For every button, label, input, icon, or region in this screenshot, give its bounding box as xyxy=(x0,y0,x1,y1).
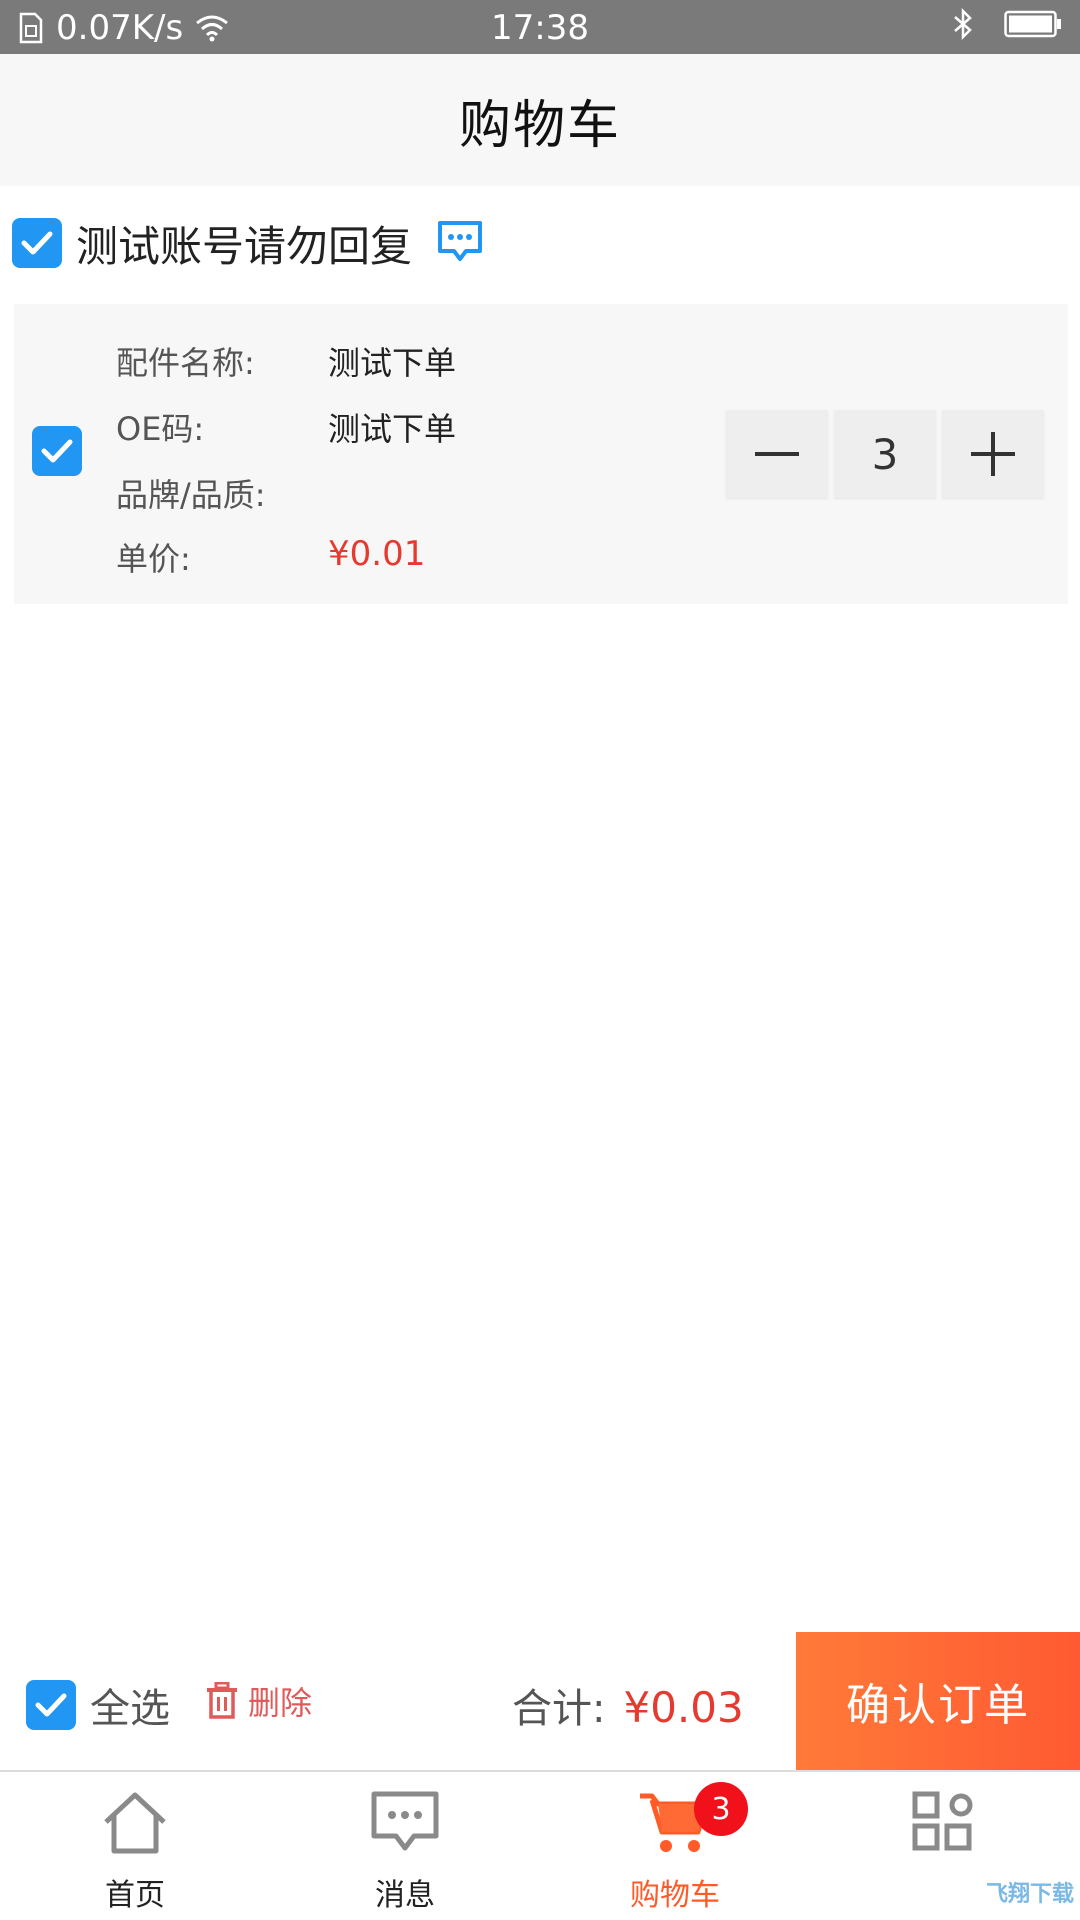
bluetooth-icon xyxy=(954,8,972,40)
tab-cart[interactable]: 3 购物车 xyxy=(540,1772,810,1920)
quantity-stepper: 3 xyxy=(726,410,1044,498)
tab-icon-wrap xyxy=(270,1790,540,1854)
tab-home[interactable]: 首页 xyxy=(0,1772,270,1920)
check-icon xyxy=(21,231,53,255)
select-all-label: 全选 xyxy=(90,1686,170,1732)
quantity-value[interactable]: 3 xyxy=(834,410,936,498)
check-icon xyxy=(41,439,73,463)
delete-label: 删除 xyxy=(248,1684,313,1722)
tab-icon-wrap xyxy=(540,1790,810,1856)
cart-badge: 3 xyxy=(694,1782,748,1836)
page-title: 购物车 xyxy=(458,95,621,156)
increase-button[interactable] xyxy=(942,410,1044,498)
store-name: 测试账号请勿回复 xyxy=(76,221,413,271)
checkout-bar: 全选 删除 合计: ¥0.03 确认订单 xyxy=(0,1632,1080,1772)
home-icon xyxy=(104,1792,166,1854)
tab-label: 消息 xyxy=(375,1878,435,1913)
store-chat-button[interactable] xyxy=(436,219,484,267)
select-all-checkbox[interactable] xyxy=(26,1680,76,1730)
field-label: 品牌/品质: xyxy=(116,476,266,514)
message-icon xyxy=(371,1791,439,1851)
total-value: ¥0.03 xyxy=(623,1683,744,1732)
tab-bar: 首页 消息 3 购物车 飞翔下载 xyxy=(0,1772,1080,1920)
apps-icon xyxy=(912,1791,973,1851)
delete-button[interactable]: 删除 xyxy=(206,1678,312,1724)
field-label: 配件名称: xyxy=(116,344,255,382)
cart-item: 配件名称: 测试下单 OE码: 测试下单 品牌/品质: 单价: ¥0.01 3 xyxy=(14,304,1068,604)
item-checkbox[interactable] xyxy=(32,426,82,476)
status-right xyxy=(952,8,1062,40)
chat-icon xyxy=(438,221,483,261)
select-all[interactable]: 全选 xyxy=(26,1676,170,1734)
nav-bar: 购物车 xyxy=(0,54,1080,186)
store-checkbox[interactable] xyxy=(12,218,62,268)
tab-icon-wrap xyxy=(0,1790,270,1856)
unit-price-value: ¥0.01 xyxy=(328,534,426,574)
tab-label: 首页 xyxy=(105,1878,165,1913)
field-value: 测试下单 xyxy=(328,344,457,382)
plus-icon xyxy=(971,432,1015,476)
field-value: 测试下单 xyxy=(328,410,457,448)
check-icon xyxy=(35,1693,67,1717)
field-label: OE码: xyxy=(116,410,205,448)
watermark: 飞翔下载 xyxy=(985,1882,1074,1907)
decrease-button[interactable] xyxy=(726,410,828,498)
status-bar: 0.07K/s 17:38 xyxy=(0,0,1080,54)
total-label: 合计: xyxy=(512,1686,606,1732)
tab-icon-wrap xyxy=(810,1790,1080,1854)
store-row: 测试账号请勿回复 xyxy=(0,186,1080,300)
tab-label: 购物车 xyxy=(630,1878,720,1913)
field-label: 单价: xyxy=(116,540,191,578)
total: 合计: ¥0.03 xyxy=(512,1676,744,1734)
tab-messages[interactable]: 消息 xyxy=(270,1772,540,1920)
status-time: 17:38 xyxy=(491,8,589,48)
minus-icon xyxy=(755,452,799,456)
battery-icon xyxy=(1004,10,1061,38)
trash-icon xyxy=(207,1682,237,1719)
confirm-order-button[interactable]: 确认订单 xyxy=(796,1632,1080,1770)
